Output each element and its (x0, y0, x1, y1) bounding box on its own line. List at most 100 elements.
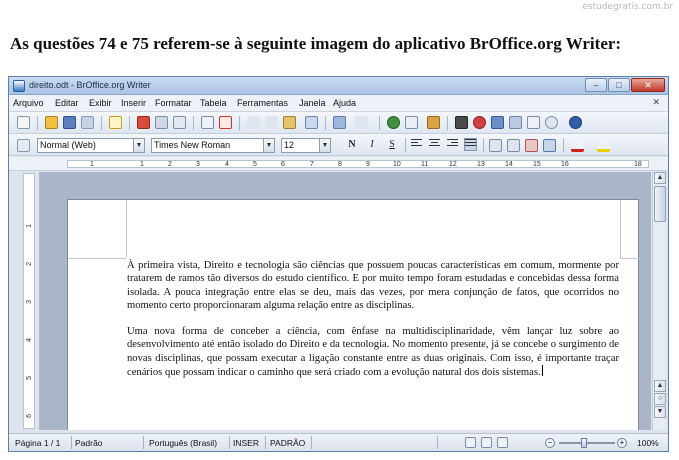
document-page[interactable]: À primeira vista, Direito e tecnologia s… (67, 199, 640, 430)
document-text[interactable]: À primeira vista, Direito e tecnologia s… (127, 259, 619, 379)
maximize-button[interactable]: □ (608, 78, 630, 92)
menu-inserir[interactable]: Inserir (121, 98, 146, 108)
font-name-select[interactable]: Times New Roman ▼ (151, 138, 275, 153)
scroll-thumb[interactable] (654, 186, 666, 222)
export-pdf-icon[interactable] (137, 116, 150, 129)
email-icon[interactable] (81, 116, 94, 129)
single-page-view-icon[interactable] (465, 437, 476, 448)
page-count[interactable]: Página 1 / 1 (15, 438, 60, 448)
data-sources-icon[interactable] (509, 116, 522, 129)
formatting-marks-icon[interactable] (527, 116, 540, 129)
minimize-button[interactable]: – (585, 78, 607, 92)
italic-button[interactable]: I (365, 138, 379, 152)
scroll-up-icon[interactable]: ▲ (654, 172, 666, 184)
gallery-icon[interactable] (491, 116, 504, 129)
vertical-scrollbar[interactable]: ▲ ▲ ○ ▼ (652, 172, 666, 430)
open-folder-icon[interactable] (45, 116, 58, 129)
chevron-down-icon[interactable]: ▼ (263, 139, 274, 152)
print-icon[interactable] (155, 116, 168, 129)
paste-icon[interactable] (283, 116, 296, 129)
multi-page-view-icon[interactable] (481, 437, 492, 448)
status-separator (71, 436, 72, 449)
zoom-slider[interactable] (559, 442, 615, 444)
format-paintbrush-icon[interactable] (305, 116, 318, 129)
text-cursor (541, 365, 543, 377)
table-icon[interactable] (405, 116, 418, 129)
align-right-icon[interactable] (447, 139, 458, 150)
close-document-icon[interactable]: ✕ (652, 97, 660, 108)
font-color-icon[interactable] (571, 139, 584, 152)
question-heading: As questões 74 e 75 referem-se à seguint… (10, 34, 622, 53)
menu-formatar[interactable]: Formatar (155, 98, 192, 108)
hyperlink-icon[interactable] (387, 116, 400, 129)
highlighting-icon[interactable] (597, 139, 610, 152)
toolbar-separator (101, 116, 102, 130)
zoom-icon[interactable] (545, 116, 558, 129)
language-status[interactable]: Português (Brasil) (149, 438, 217, 448)
decrease-indent-icon[interactable] (525, 139, 538, 152)
zoom-level[interactable]: 100% (637, 438, 659, 448)
menu-ferramentas[interactable]: Ferramentas (237, 98, 288, 108)
toolbar-separator (129, 116, 130, 130)
align-left-icon[interactable] (411, 139, 422, 150)
styles-formatting-icon[interactable] (17, 139, 30, 152)
vertical-ruler[interactable]: 1 2 3 4 5 6 (23, 173, 35, 429)
page-icon[interactable]: ○ (654, 393, 666, 405)
zoom-slider-handle[interactable] (581, 438, 587, 448)
save-icon[interactable] (63, 116, 76, 129)
selection-mode-status[interactable]: PADRÃO (270, 438, 305, 448)
toolbar-separator (563, 138, 564, 152)
menu-arquivo[interactable]: Arquivo (13, 98, 44, 108)
zoom-in-icon[interactable]: + (617, 438, 627, 448)
menu-janela[interactable]: Janela (299, 98, 326, 108)
scroll-up-icon[interactable]: ▲ (654, 380, 666, 392)
paragraph[interactable]: À primeira vista, Direito e tecnologia s… (127, 259, 619, 312)
document-area[interactable]: À primeira vista, Direito e tecnologia s… (39, 172, 651, 430)
new-document-icon[interactable] (17, 116, 30, 129)
chevron-down-icon[interactable]: ▼ (133, 139, 144, 152)
window-title: direito.odt - BrOffice.org Writer (29, 80, 151, 90)
help-icon[interactable] (569, 116, 582, 129)
print-preview-icon[interactable] (173, 116, 186, 129)
book-view-icon[interactable] (497, 437, 508, 448)
increase-indent-icon[interactable] (543, 139, 556, 152)
insert-mode-status[interactable]: INSER (233, 438, 259, 448)
ruler-label: 14 (505, 161, 513, 168)
toolbar-separator (37, 116, 38, 130)
horizontal-ruler[interactable]: 1 1 2 3 4 5 6 7 8 9 10 11 12 13 14 15 16… (9, 157, 668, 171)
bullets-icon[interactable] (507, 139, 520, 152)
paragraph-text[interactable]: Uma nova forma de conceber a ciência, co… (127, 326, 619, 378)
close-button[interactable]: ✕ (631, 78, 665, 92)
find-replace-icon[interactable] (455, 116, 468, 129)
bold-button[interactable]: N (345, 138, 359, 152)
numbering-icon[interactable] (489, 139, 502, 152)
ruler-label: 8 (338, 161, 342, 168)
copy-icon[interactable] (265, 116, 278, 129)
menu-ajuda[interactable]: Ajuda (333, 98, 356, 108)
paragraph[interactable]: Uma nova forma de conceber a ciência, co… (127, 325, 619, 379)
toolbar-separator (379, 116, 380, 130)
align-center-icon[interactable] (429, 139, 440, 150)
page-style[interactable]: Padrão (75, 438, 102, 448)
navigator-icon[interactable] (473, 116, 486, 129)
menu-tabela[interactable]: Tabela (200, 98, 227, 108)
menu-exibir[interactable]: Exibir (89, 98, 112, 108)
chevron-down-icon[interactable]: ▼ (319, 139, 330, 152)
cut-icon[interactable] (247, 116, 260, 129)
zoom-out-icon[interactable]: − (545, 438, 555, 448)
ruler-label: 7 (310, 161, 314, 168)
autospellcheck-icon[interactable] (219, 116, 232, 129)
paragraph-style-select[interactable]: Normal (Web) ▼ (37, 138, 145, 153)
title-bar[interactable]: direito.odt - BrOffice.org Writer – □ ✕ (9, 77, 668, 95)
menu-editar[interactable]: Editar (55, 98, 79, 108)
font-size-select[interactable]: 12 ▼ (281, 138, 331, 153)
undo-icon[interactable] (333, 116, 346, 129)
underline-button[interactable]: S (385, 138, 399, 152)
ruler-label: 3 (196, 161, 200, 168)
spellcheck-icon[interactable] (201, 116, 214, 129)
redo-icon[interactable] (355, 116, 368, 129)
show-draw-functions-icon[interactable] (427, 116, 440, 129)
edit-file-icon[interactable] (109, 116, 122, 129)
justify-icon[interactable] (464, 138, 477, 151)
scroll-down-icon[interactable]: ▼ (654, 406, 666, 418)
